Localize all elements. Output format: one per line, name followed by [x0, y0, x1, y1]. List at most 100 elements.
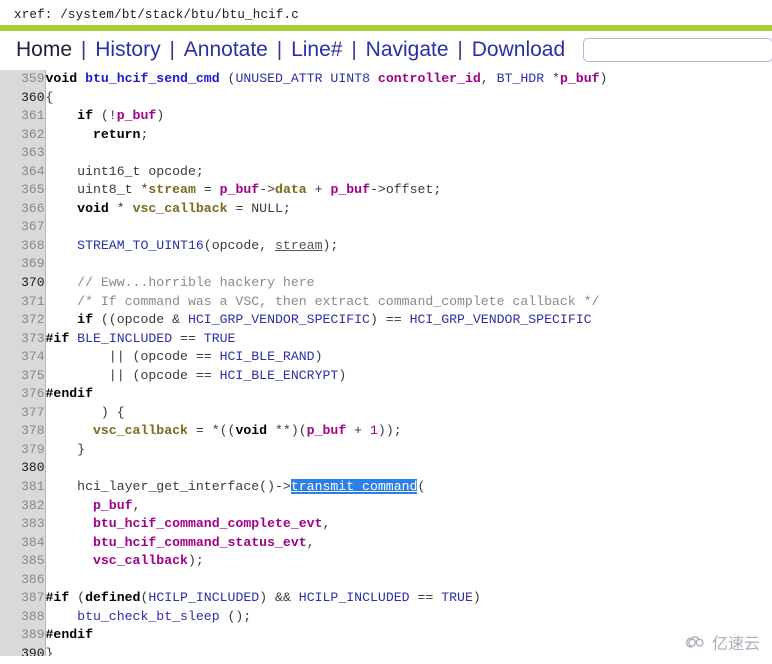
symbol-link[interactable]: TRUE [441, 590, 473, 605]
code-line-content[interactable]: void * vsc_callback = NULL; [45, 200, 772, 219]
code-token: } [45, 645, 54, 656]
code-line-content[interactable] [45, 144, 772, 163]
code-line-content[interactable]: if (!p_buf) [45, 107, 772, 126]
line-number[interactable]: 364 [0, 162, 46, 182]
code-token: ) [599, 71, 608, 86]
nav-link-navigate[interactable]: Navigate [358, 37, 457, 63]
line-number[interactable]: 387 [0, 589, 46, 608]
code-line-content[interactable]: btu_hcif_command_complete_evt, [45, 515, 772, 534]
code-token: + [346, 423, 370, 439]
symbol-link[interactable]: btu_check_bt_sleep [77, 609, 219, 624]
symbol-link[interactable]: HCI_BLE_ENCRYPT [220, 368, 339, 383]
code-line-content[interactable]: #endif [45, 626, 772, 645]
line-number[interactable]: 370 [0, 274, 46, 293]
line-number[interactable]: 365 [0, 181, 46, 200]
nav-link-download[interactable]: Download [464, 37, 573, 63]
line-number[interactable]: 359 [0, 70, 46, 89]
line-number[interactable]: 379 [0, 440, 46, 460]
line-number[interactable]: 389 [0, 626, 46, 645]
symbol-link[interactable]: btu_hcif_send_cmd [85, 71, 220, 86]
line-number[interactable]: 367 [0, 218, 46, 237]
code-line-content[interactable]: /* If command was a VSC, then extract co… [45, 293, 772, 312]
line-number[interactable]: 377 [0, 403, 46, 423]
code-line-content[interactable]: } [45, 441, 772, 460]
line-number[interactable]: 378 [0, 422, 46, 441]
code-line: 376 #endif [0, 385, 772, 404]
code-line-content[interactable] [45, 255, 772, 274]
line-number[interactable]: 375 [0, 366, 46, 386]
code-line-content[interactable]: #if BLE_INCLUDED == TRUE [45, 330, 772, 349]
code-line-content[interactable]: || (opcode == HCI_BLE_ENCRYPT) [45, 367, 772, 386]
code-line: 361 if (!p_buf) [0, 107, 772, 126]
line-number[interactable]: 381 [0, 478, 46, 497]
code-line-content[interactable]: vsc_callback = *((void **)(p_buf + 1)); [45, 422, 772, 441]
code-token: ); [187, 553, 204, 569]
code-line-content[interactable] [45, 218, 772, 237]
symbol-link[interactable]: BLE_INCLUDED [77, 331, 172, 346]
line-number[interactable]: 385 [0, 552, 46, 571]
line-number[interactable]: 376 [0, 385, 46, 404]
line-number[interactable]: 371 [0, 292, 46, 312]
line-number[interactable]: 372 [0, 311, 46, 330]
code-line-content[interactable]: p_buf, [45, 497, 772, 516]
symbol-link[interactable]: HCI_GRP_VENDOR_SPECIFIC [188, 312, 370, 327]
line-number[interactable]: 373 [0, 329, 46, 349]
code-line-content[interactable]: return; [45, 126, 772, 145]
line-number[interactable]: 388 [0, 607, 46, 627]
code-line-content[interactable]: uint8_t *stream = p_buf->data + p_buf->o… [45, 181, 772, 200]
code-line-content[interactable]: btu_check_bt_sleep (); [45, 608, 772, 627]
code-token: )); [377, 423, 402, 439]
line-number[interactable]: 384 [0, 533, 46, 553]
nav-link-line-number[interactable]: Line# [283, 37, 350, 63]
line-number[interactable]: 360 [0, 88, 46, 108]
source-code-viewer[interactable]: 359 void btu_hcif_send_cmd (UNUSED_ATTR U… [0, 70, 772, 656]
nav-link-history[interactable]: History [87, 37, 168, 63]
symbol-link[interactable]: HCI_GRP_VENDOR_SPECIFIC [410, 312, 592, 327]
code-line-content[interactable]: btu_hcif_command_status_evt, [45, 534, 772, 553]
symbol-link[interactable]: HCI_BLE_RAND [220, 349, 315, 364]
line-number[interactable]: 374 [0, 348, 46, 367]
code-line-content[interactable]: || (opcode == HCI_BLE_RAND) [45, 348, 772, 367]
code-line-content[interactable] [45, 571, 772, 590]
line-number[interactable]: 362 [0, 125, 46, 145]
code-token: #endif [45, 627, 93, 643]
line-number[interactable]: 366 [0, 199, 46, 219]
line-number[interactable]: 382 [0, 496, 46, 516]
line-number[interactable]: 390 [0, 644, 46, 656]
symbol-link[interactable]: BT_HDR [497, 71, 552, 86]
code-line-content[interactable]: #if (defined(HCILP_INCLUDED) && HCILP_IN… [45, 589, 772, 608]
code-line-content[interactable]: uint16_t opcode; [45, 163, 772, 182]
code-line-content[interactable]: { [45, 89, 772, 108]
code-line: 377 ) { [0, 403, 772, 423]
line-number[interactable]: 386 [0, 570, 46, 590]
code-line-content[interactable]: void btu_hcif_send_cmd (UNUSED_ATTR UINT… [45, 70, 772, 89]
code-line-content[interactable]: STREAM_TO_UINT16(opcode, stream); [45, 237, 772, 256]
line-number[interactable]: 383 [0, 515, 46, 534]
line-number[interactable]: 368 [0, 236, 46, 256]
code-line-content[interactable]: vsc_callback); [45, 552, 772, 571]
code-line-content[interactable]: ) { [45, 404, 772, 423]
symbol-link[interactable]: UNUSED_ATTR UINT8 [235, 71, 377, 86]
code-token: ( [219, 71, 236, 86]
code-line-content[interactable]: if ((opcode & HCI_GRP_VENDOR_SPECIFIC) =… [45, 311, 772, 330]
symbol-link[interactable]: HCILP_INCLUDED [148, 590, 259, 605]
code-line-content[interactable]: // Eww...horrible hackery here [45, 274, 772, 293]
code-line-content[interactable]: #endif [45, 385, 772, 404]
symbol-link[interactable]: TRUE [204, 331, 236, 346]
nav-link-home[interactable]: Home [16, 37, 80, 63]
line-number[interactable]: 361 [0, 107, 46, 126]
symbol-link[interactable]: STREAM_TO_UINT16 [77, 238, 204, 253]
line-number[interactable]: 369 [0, 255, 46, 275]
symbol-link[interactable]: HCILP_INCLUDED [299, 590, 410, 605]
line-number[interactable]: 380 [0, 459, 46, 479]
line-number[interactable]: 363 [0, 144, 46, 163]
search-input[interactable] [583, 38, 772, 62]
code-line-content[interactable] [45, 459, 772, 478]
code-line-content[interactable]: hci_layer_get_interface()->transmit_comm… [45, 478, 772, 497]
code-line-content[interactable]: } [45, 645, 772, 656]
selected-symbol[interactable]: transmit_command [290, 479, 418, 495]
symbol-link[interactable]: stream [275, 238, 322, 253]
code-token: == [409, 590, 442, 606]
nav-link-annotate[interactable]: Annotate [176, 37, 276, 63]
